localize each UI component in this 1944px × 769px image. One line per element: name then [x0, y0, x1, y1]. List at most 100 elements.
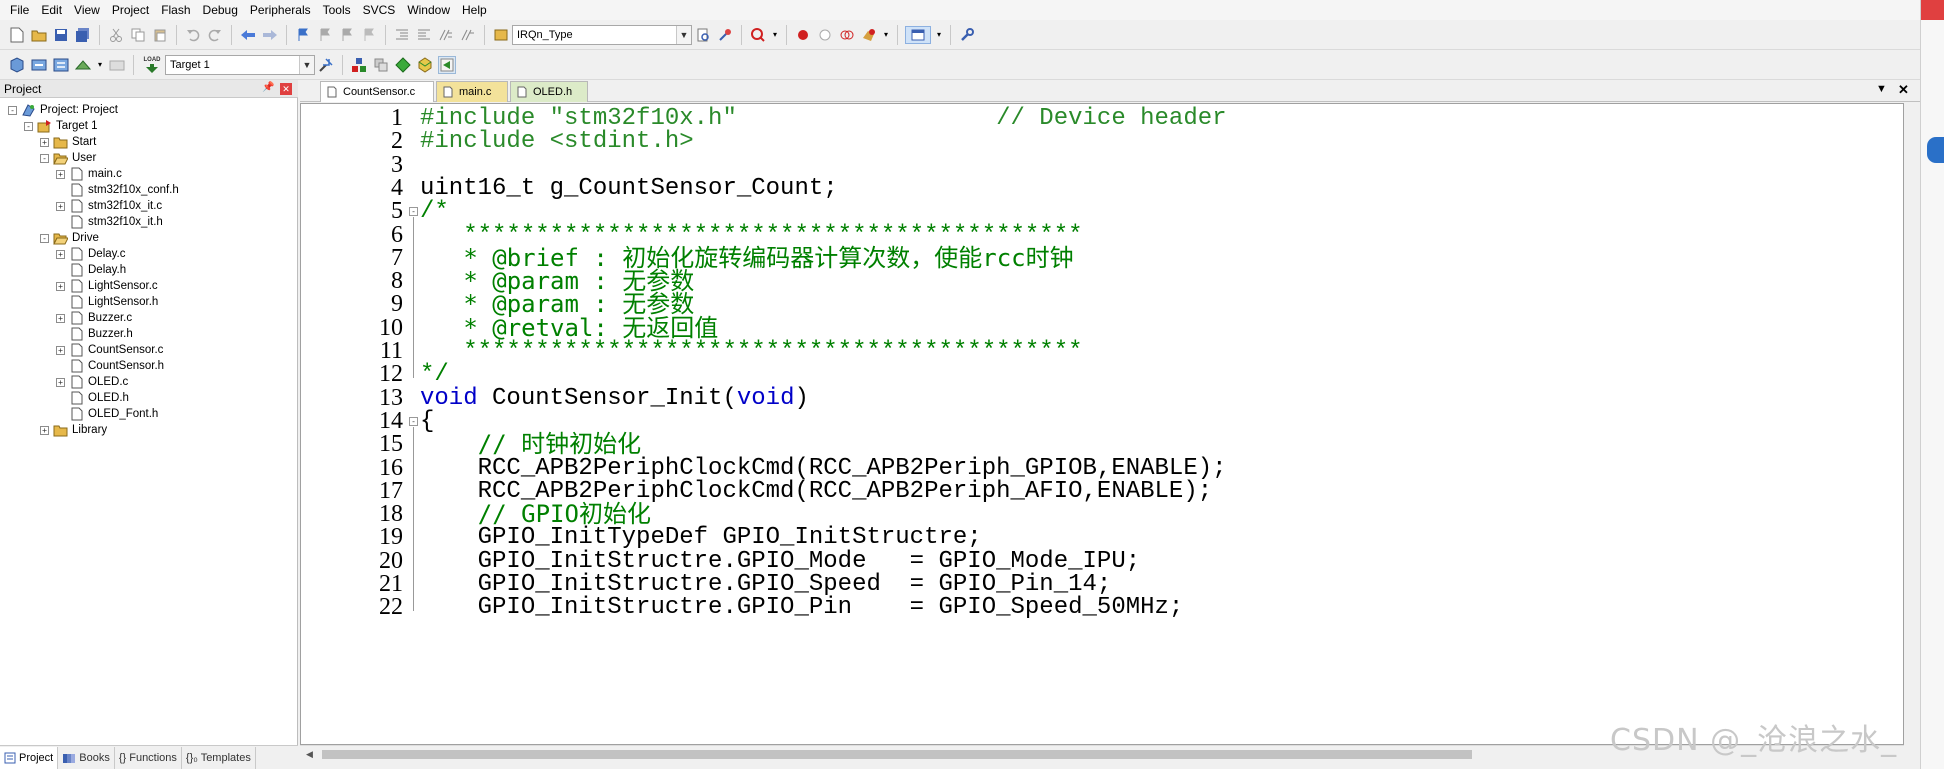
code-line[interactable]: #include <stdint.h>: [420, 127, 694, 156]
menu-item-edit[interactable]: Edit: [35, 0, 68, 20]
pin-icon[interactable]: 📌: [262, 82, 274, 94]
scroll-left-icon[interactable]: ◀: [306, 749, 313, 760]
menu-item-file[interactable]: File: [4, 0, 35, 20]
cut-icon[interactable]: [107, 26, 125, 44]
collapse-icon[interactable]: -: [409, 207, 418, 217]
new-file-icon[interactable]: [8, 26, 26, 44]
manage-run-time-icon[interactable]: [394, 56, 412, 74]
toolbar-separator: [286, 24, 287, 45]
window-close-button[interactable]: [1921, 0, 1944, 20]
tree-node[interactable]: + Library: [40, 420, 107, 440]
collapse-icon[interactable]: -: [409, 416, 418, 426]
expand-icon[interactable]: +: [56, 377, 65, 387]
disable-breakpoint-icon[interactable]: [816, 26, 834, 44]
expand-icon[interactable]: +: [40, 425, 49, 435]
collapse-icon[interactable]: -: [24, 121, 33, 131]
code-line[interactable]: GPIO_InitStructre.GPIO_Pin = GPIO_Speed_…: [420, 593, 1184, 622]
menu-item-window[interactable]: Window: [401, 0, 456, 20]
tab-templates[interactable]: {}₀ Templates: [182, 746, 256, 769]
expand-icon[interactable]: +: [56, 201, 65, 211]
target-options-icon[interactable]: [317, 56, 335, 74]
menu-item-view[interactable]: View: [68, 0, 106, 20]
menu-item-svcs[interactable]: SVCS: [357, 0, 402, 20]
paste-icon[interactable]: [151, 26, 169, 44]
manage-project-items-icon[interactable]: [350, 56, 368, 74]
stop-build-icon[interactable]: [108, 56, 126, 74]
menu-item-flash[interactable]: Flash: [155, 0, 196, 20]
collapse-icon[interactable]: -: [40, 233, 49, 243]
expand-icon[interactable]: +: [56, 313, 65, 323]
tab-oled-h[interactable]: OLED.h: [510, 81, 588, 102]
tab-list-chevron-icon[interactable]: ▼: [1876, 83, 1887, 95]
comment-icon[interactable]: [437, 26, 455, 44]
bookmark-icon[interactable]: [294, 26, 312, 44]
unindent-icon[interactable]: [415, 26, 433, 44]
load-download-icon[interactable]: LOAD: [141, 56, 163, 74]
expand-icon[interactable]: +: [56, 345, 65, 355]
save-icon[interactable]: [52, 26, 70, 44]
close-icon[interactable]: ✕: [280, 83, 292, 95]
indent-icon[interactable]: [393, 26, 411, 44]
code-line[interactable]: uint16_t g_CountSensor_Count;: [420, 174, 838, 203]
prev-bookmark-icon[interactable]: [316, 26, 334, 44]
window-layout-icon[interactable]: [905, 25, 931, 44]
dropdown-arrow-icon[interactable]: ▾: [771, 26, 779, 44]
pack-installer-icon[interactable]: [416, 56, 434, 74]
menu-item-tools[interactable]: Tools: [317, 0, 357, 20]
code-line[interactable]: void CountSensor_Init(void): [420, 384, 809, 413]
copy-icon[interactable]: [129, 26, 147, 44]
kill-breakpoints-icon[interactable]: [838, 26, 856, 44]
file-icon: [69, 375, 84, 389]
find-icon[interactable]: [694, 26, 712, 44]
search-combo[interactable]: IRQn_Type ▼: [512, 24, 692, 45]
uncomment-icon[interactable]: [459, 26, 477, 44]
collapse-icon[interactable]: -: [8, 105, 17, 115]
find-in-files-icon[interactable]: [492, 26, 510, 44]
dropdown-arrow-icon[interactable]: ▾: [882, 26, 890, 44]
close-tab-icon[interactable]: ✕: [1898, 82, 1909, 98]
breakpoint-icon[interactable]: [794, 26, 812, 44]
debug-session-icon[interactable]: [749, 26, 767, 44]
navigate-back-icon[interactable]: [239, 26, 257, 44]
target-select[interactable]: Target 1 ▼: [165, 54, 315, 75]
tab-books[interactable]: Books: [58, 746, 115, 769]
code-editor[interactable]: 1 2 3 4 5 6 7 8 9 10 11 12 13 14 15 16 17 18 19 20 21 22- - #i…: [300, 103, 1904, 745]
incremental-find-icon[interactable]: [716, 26, 734, 44]
software-packs-icon[interactable]: [438, 55, 456, 74]
open-folder-icon[interactable]: [30, 26, 48, 44]
next-bookmark-icon[interactable]: [338, 26, 356, 44]
navigate-forward-icon[interactable]: [261, 26, 279, 44]
tab-countsensor-c[interactable]: CountSensor.c: [320, 81, 434, 102]
expand-icon[interactable]: +: [56, 249, 65, 259]
horizontal-scroll-thumb[interactable]: [322, 750, 1472, 759]
tab-main-c[interactable]: main.c: [436, 81, 508, 102]
chevron-down-icon[interactable]: ▼: [299, 55, 314, 74]
redo-icon[interactable]: [206, 26, 224, 44]
tab-project[interactable]: Project: [0, 746, 59, 769]
collapse-icon[interactable]: -: [40, 153, 49, 163]
code-line[interactable]: ****************************************…: [420, 337, 1082, 366]
configuration-wrench-icon[interactable]: [958, 26, 976, 44]
menu-item-help[interactable]: Help: [456, 0, 493, 20]
keil-ide-window: File Edit View Project Flash Debug Peripherals…: [0, 0, 1920, 769]
expand-icon[interactable]: +: [56, 281, 65, 291]
menu-item-project[interactable]: Project: [106, 0, 155, 20]
clear-bookmarks-icon[interactable]: [360, 26, 378, 44]
expand-icon[interactable]: +: [56, 169, 65, 179]
code-area[interactable]: #include "stm32f10x.h" // Device header #…: [420, 104, 1885, 744]
rebuild-icon[interactable]: [52, 56, 70, 74]
build-icon[interactable]: [30, 56, 48, 74]
debug-tools-icon[interactable]: [860, 26, 878, 44]
translate-icon[interactable]: [8, 56, 26, 74]
save-all-icon[interactable]: [74, 26, 92, 44]
chevron-down-icon[interactable]: ▼: [676, 25, 691, 44]
dropdown-arrow-icon[interactable]: ▾: [96, 56, 104, 74]
batch-build-icon[interactable]: [74, 56, 92, 74]
expand-icon[interactable]: +: [40, 137, 49, 147]
menu-item-peripherals[interactable]: Peripherals: [244, 0, 317, 20]
undo-icon[interactable]: [184, 26, 202, 44]
tab-functions[interactable]: {} Functions: [115, 746, 182, 769]
select-packs-icon[interactable]: [372, 56, 390, 74]
menu-item-debug[interactable]: Debug: [197, 0, 244, 20]
dropdown-arrow-icon[interactable]: ▾: [935, 26, 943, 44]
